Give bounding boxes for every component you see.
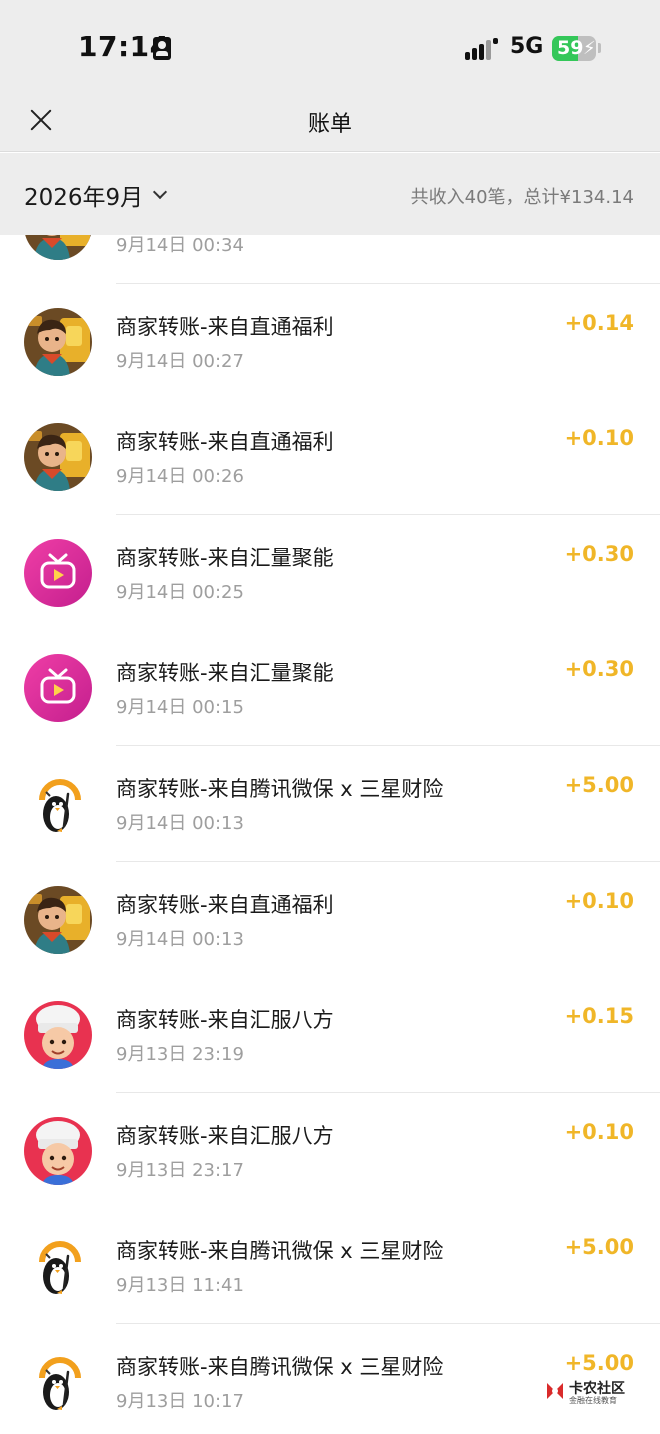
bill-time: 9月13日 11:41 xyxy=(116,1275,244,1296)
month-picker[interactable]: 2026年9月 xyxy=(24,178,168,212)
tv-play-avatar xyxy=(24,539,92,607)
game-hero-avatar xyxy=(24,235,92,260)
battery-cap xyxy=(598,43,601,53)
bill-item[interactable]: 商家转账-来自直通福利 9月14日 00:13 +0.10 xyxy=(0,862,660,978)
bill-title: 商家转账-来自腾讯微保 x 三星财险 xyxy=(116,777,444,801)
bill-amount: +0.15 xyxy=(564,1004,634,1028)
penguin-umbrella-avatar xyxy=(24,1348,92,1416)
network-type: 5G xyxy=(510,34,544,59)
bill-title: 商家转账-来自直通福利 xyxy=(116,315,334,339)
bill-amount: +0.10 xyxy=(564,889,634,913)
bill-amount: +0.10 xyxy=(564,1120,634,1144)
bill-time: 9月14日 00:15 xyxy=(116,697,244,718)
bill-time: 9月14日 00:34 xyxy=(116,235,244,256)
bill-item[interactable]: 商家转账-来自腾讯微保 x 三星财险 9月14日 00:13 +5.00 xyxy=(0,746,660,862)
game-hero-avatar xyxy=(24,308,92,376)
chef-cartoon-avatar xyxy=(24,1001,92,1069)
bill-time: 9月14日 00:13 xyxy=(116,929,244,950)
bill-title: 商家转账-来自直通福利 xyxy=(116,893,334,917)
nav-bar: 账单 xyxy=(0,92,660,152)
bill-title: 商家转账-来自腾讯微保 x 三星财险 xyxy=(116,1355,444,1379)
bill-title: 商家转账-来自汇服八方 xyxy=(116,1124,334,1148)
bill-amount: +0.10 xyxy=(564,426,634,450)
filter-bar: 2026年9月 共收入40笔，总计¥134.14 xyxy=(0,153,660,235)
watermark-mark-icon xyxy=(547,1383,563,1399)
tv-play-avatar xyxy=(24,654,92,722)
bill-time: 9月14日 00:27 xyxy=(116,351,244,372)
penguin-umbrella-avatar xyxy=(24,1232,92,1300)
bill-amount: +5.00 xyxy=(564,1235,634,1259)
bill-title: 商家转账-来自汇量聚能 xyxy=(116,661,334,685)
bill-time: 9月13日 23:19 xyxy=(116,1044,244,1065)
bill-time: 9月14日 00:13 xyxy=(116,813,244,834)
bill-item[interactable]: 商家转账-来自汇服八方 9月13日 23:17 +0.10 xyxy=(0,1093,660,1209)
page-title: 账单 xyxy=(307,112,352,137)
charging-bolt-icon: ⚡ xyxy=(583,38,596,59)
bill-item[interactable]: 商家转账-来自直通福利 9月14日 00:26 +0.10 xyxy=(0,399,660,515)
watermark-subtitle: 金融在线教育 xyxy=(569,1396,617,1405)
bill-title: 商家转账-来自腾讯微保 x 三星财险 xyxy=(116,1239,444,1263)
bill-item[interactable]: 商家转账-来自汇量聚能 9月14日 00:15 +0.30 xyxy=(0,630,660,746)
bill-amount: +0.30 xyxy=(564,657,634,681)
bill-amount: +0.14 xyxy=(564,311,634,335)
game-hero-avatar xyxy=(24,423,92,491)
chevron-down-icon xyxy=(153,184,168,200)
bill-item[interactable]: 商家转账-来自汇服八方 9月13日 23:19 +0.15 xyxy=(0,977,660,1093)
signal-icon xyxy=(465,38,499,60)
bill-item[interactable]: 商家转账-来自腾讯微保 x 三星财险 9月13日 11:41 +5.00 xyxy=(0,1208,660,1324)
bill-amount: +5.00 xyxy=(564,773,634,797)
bill-title: 商家转账-来自直通福利 xyxy=(116,430,334,454)
bill-title: 商家转账-来自汇服八方 xyxy=(116,1008,334,1032)
bill-title: 商家转账-来自汇量聚能 xyxy=(116,546,334,570)
status-bar: 17:14 5G 59 ⚡ xyxy=(0,0,660,92)
bill-time: 9月13日 23:17 xyxy=(116,1160,244,1181)
game-hero-avatar xyxy=(24,886,92,954)
chef-cartoon-avatar xyxy=(24,1117,92,1185)
bill-item[interactable]: 9月14日 00:34 xyxy=(0,235,660,284)
month-label: 2026年9月 xyxy=(24,185,144,211)
income-summary: 共收入40笔，总计¥134.14 xyxy=(410,187,634,208)
bill-item[interactable]: 商家转账-来自直通福利 9月14日 00:27 +0.14 xyxy=(0,284,660,400)
bill-list[interactable]: 9月14日 00:34 商家转账-来自直通福利 9月14日 00:27 +0.14 商家… xyxy=(0,235,660,1434)
bill-time: 9月13日 10:17 xyxy=(116,1391,244,1412)
watermark-logo: 卡农社区 金融在线教育 xyxy=(544,1378,628,1408)
penguin-umbrella-avatar xyxy=(24,770,92,838)
battery-percent: 59 xyxy=(557,37,584,59)
bill-item[interactable]: 商家转账-来自汇量聚能 9月14日 00:25 +0.30 xyxy=(0,515,660,631)
bill-time: 9月14日 00:25 xyxy=(116,582,244,603)
contact-card-icon xyxy=(153,37,171,60)
bill-amount: +0.30 xyxy=(564,542,634,566)
bill-amount: +5.00 xyxy=(564,1351,634,1375)
bill-time: 9月14日 00:26 xyxy=(116,466,244,487)
